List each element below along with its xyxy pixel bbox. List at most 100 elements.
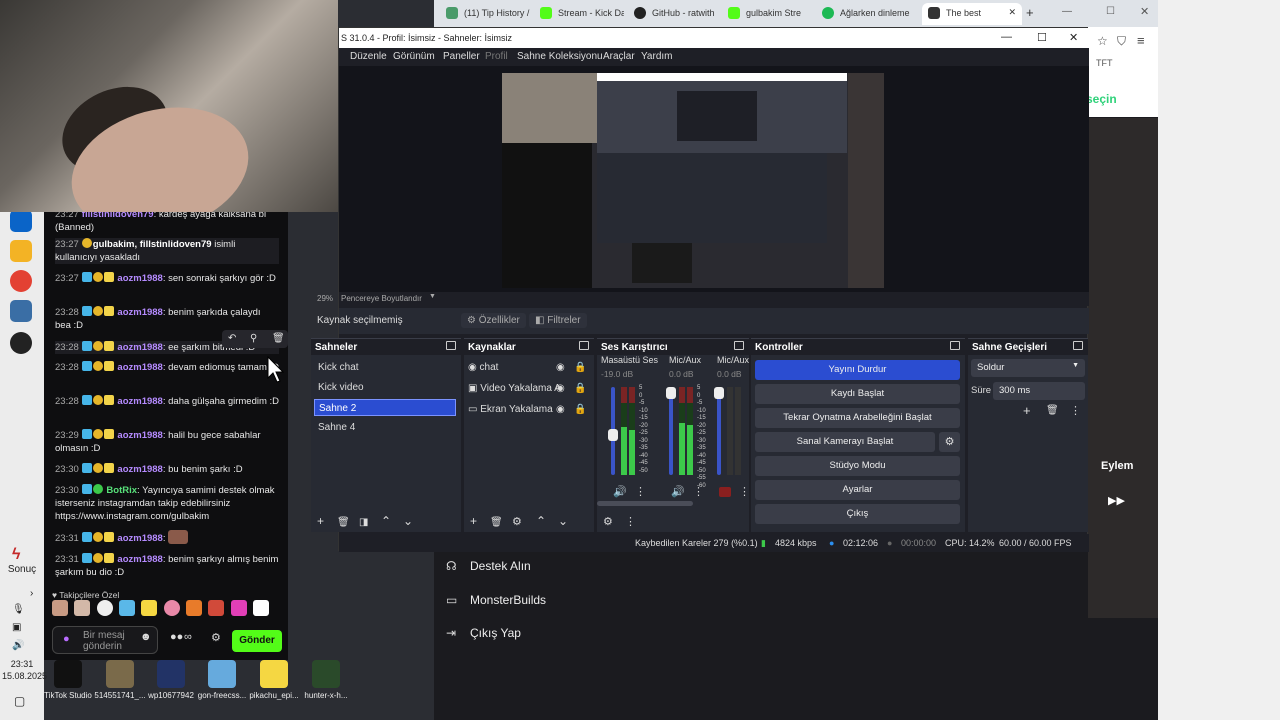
- menu-help[interactable]: Yardım: [641, 51, 673, 62]
- minimize-icon[interactable]: —: [1001, 31, 1012, 43]
- chrome-icon[interactable]: [10, 270, 32, 292]
- start-virtual-camera-button[interactable]: Sanal Kamerayı Başlat: [755, 432, 935, 452]
- popout-icon[interactable]: [734, 341, 744, 350]
- advanced-audio-icon[interactable]: ⚙: [603, 515, 613, 528]
- close-icon[interactable]: ✕: [1069, 31, 1078, 44]
- lock-icon[interactable]: 🔒: [574, 362, 586, 373]
- source-item[interactable]: ◉ chat ◉ 🔒: [468, 362, 588, 373]
- kick-points-icon[interactable]: ●●: [170, 631, 183, 643]
- speaker-icon[interactable]: 🔊: [613, 485, 627, 498]
- browser-tab[interactable]: (11) Tip History /: [440, 3, 530, 25]
- emote-icon[interactable]: [230, 600, 247, 616]
- emote-icon[interactable]: [52, 600, 68, 616]
- more-options-icon[interactable]: ⋮: [739, 485, 749, 498]
- browser-tab[interactable]: GitHub - ratwith: [628, 3, 718, 25]
- move-down-icon[interactable]: ⌄: [403, 514, 413, 528]
- volume-slider[interactable]: [666, 387, 676, 475]
- menu-scene-collection[interactable]: Sahne Koleksiyonu: [517, 51, 603, 62]
- start-recording-button[interactable]: Kaydı Başlat: [755, 384, 960, 404]
- emote-icon[interactable]: [141, 600, 158, 616]
- shield-icon[interactable]: ⛉: [1117, 34, 1126, 49]
- star-icon[interactable]: ☆: [1097, 34, 1108, 48]
- delete-icon[interactable]: 🗑: [272, 333, 285, 344]
- minimize-icon[interactable]: —: [1062, 6, 1072, 17]
- lock-icon[interactable]: 🔒: [574, 404, 586, 415]
- speaker-icon[interactable]: 🔊: [671, 485, 685, 498]
- menu-monsterbuilds[interactable]: ▭ MonsterBuilds: [446, 593, 546, 607]
- more-options-icon[interactable]: ⋮: [693, 485, 704, 498]
- move-up-icon[interactable]: ⌃: [536, 514, 546, 528]
- settings-button[interactable]: Ayarlar: [755, 480, 960, 500]
- more-options-icon[interactable]: ⋮: [625, 515, 636, 528]
- close-tab-icon[interactable]: ✕: [1008, 7, 1016, 18]
- popout-icon[interactable]: [950, 341, 960, 350]
- chevron-right-icon[interactable]: ›: [30, 588, 33, 599]
- studio-mode-button[interactable]: Stüdyo Modu: [755, 456, 960, 476]
- menu-view[interactable]: Görünüm: [393, 51, 435, 62]
- delete-icon[interactable]: 🗑: [337, 517, 350, 528]
- emote-icon[interactable]: [186, 600, 203, 616]
- mic-icon[interactable]: ●: [63, 634, 70, 645]
- delete-icon[interactable]: 🗑: [1046, 405, 1059, 416]
- emote-icon[interactable]: [208, 600, 225, 616]
- exit-button[interactable]: Çıkış: [755, 504, 960, 524]
- menu-logout[interactable]: ⇥ Çıkış Yap: [446, 626, 521, 640]
- reply-icon[interactable]: ↶: [228, 333, 236, 344]
- volume-slider[interactable]: [714, 387, 724, 475]
- source-item[interactable]: ▣ Video Yakalama A ◉ 🔒: [468, 383, 588, 394]
- menu-edit[interactable]: Düzenle: [350, 51, 387, 62]
- skip-next-icon[interactable]: ▶▶: [1108, 494, 1125, 507]
- emote-icon[interactable]: [74, 600, 91, 616]
- source-item[interactable]: ▭ Ekran Yakalama ◉ 🔒: [468, 404, 588, 415]
- menu-icon[interactable]: ≡: [1137, 33, 1145, 48]
- mixer-scrollbar[interactable]: [597, 501, 693, 506]
- visibility-icon[interactable]: ◉: [556, 362, 565, 373]
- menu-support[interactable]: ☊ Destek Alın: [446, 559, 531, 573]
- more-options-icon[interactable]: ⋮: [1070, 404, 1081, 417]
- browser-tab[interactable]: gulbakim Stre: [722, 3, 812, 25]
- move-up-icon[interactable]: ⌃: [381, 514, 391, 528]
- outlook-icon[interactable]: [10, 210, 32, 232]
- volume-slider[interactable]: [608, 387, 618, 475]
- obs-icon[interactable]: [10, 332, 32, 354]
- browser-tab[interactable]: Ağlarken dinleme: [816, 3, 916, 25]
- emote-icon[interactable]: [253, 600, 270, 616]
- bookmark-tft[interactable]: TFT: [1096, 58, 1113, 68]
- duration-spinbox[interactable]: 300 ms: [993, 382, 1085, 400]
- more-options-icon[interactable]: ⋮: [635, 485, 646, 498]
- obs-preview[interactable]: [339, 66, 1089, 292]
- settings-icon[interactable]: ⚙: [211, 631, 221, 644]
- filter-icon[interactable]: ◨: [359, 517, 368, 528]
- add-icon[interactable]: +: [470, 514, 477, 528]
- chevron-down-icon[interactable]: ▼: [429, 293, 436, 300]
- new-tab-button[interactable]: +: [1026, 5, 1034, 20]
- properties-button[interactable]: ⚙ Özellikler: [461, 313, 526, 328]
- browser-tab[interactable]: Stream - Kick Das: [534, 3, 624, 25]
- scene-item[interactable]: Sahne 4: [314, 419, 456, 436]
- stop-streaming-button[interactable]: Yayını Durdur: [755, 360, 960, 380]
- zoom-mode-select[interactable]: Pencereye Boyutlandır: [341, 294, 422, 303]
- volume-icon[interactable]: 🔊: [12, 640, 24, 651]
- filters-button[interactable]: ◧ Filtreler: [529, 313, 587, 328]
- settings-icon[interactable]: ⚙: [512, 515, 522, 528]
- delete-icon[interactable]: 🗑: [490, 517, 503, 528]
- browser-tab-active[interactable]: The best ✕: [922, 3, 1022, 25]
- popout-icon[interactable]: [446, 341, 456, 350]
- lock-icon[interactable]: 🔒: [574, 383, 586, 394]
- profile-label[interactable]: profil: [1116, 92, 1142, 106]
- visibility-icon[interactable]: ◉: [556, 404, 565, 415]
- display-icon[interactable]: ▣: [12, 622, 21, 633]
- scene-item[interactable]: Kick chat: [314, 359, 456, 376]
- emote-icon[interactable]: [163, 600, 180, 616]
- start-replay-buffer-button[interactable]: Tekrar Oynatma Arabelleğini Başlat: [755, 408, 960, 428]
- close-window-icon[interactable]: ✕: [1140, 5, 1149, 18]
- maximize-icon[interactable]: ☐: [1106, 6, 1115, 17]
- maximize-icon[interactable]: ☐: [1037, 31, 1047, 44]
- emoji-icon[interactable]: ☻: [140, 631, 152, 643]
- move-down-icon[interactable]: ⌄: [558, 514, 568, 528]
- pin-icon[interactable]: ⚲: [250, 333, 257, 344]
- desktop-icon-image[interactable]: gon-freecss...: [192, 660, 252, 700]
- notifications-icon[interactable]: ▢: [14, 694, 25, 708]
- transition-select[interactable]: Soldur ▼: [971, 359, 1085, 377]
- folder-icon[interactable]: [10, 240, 32, 262]
